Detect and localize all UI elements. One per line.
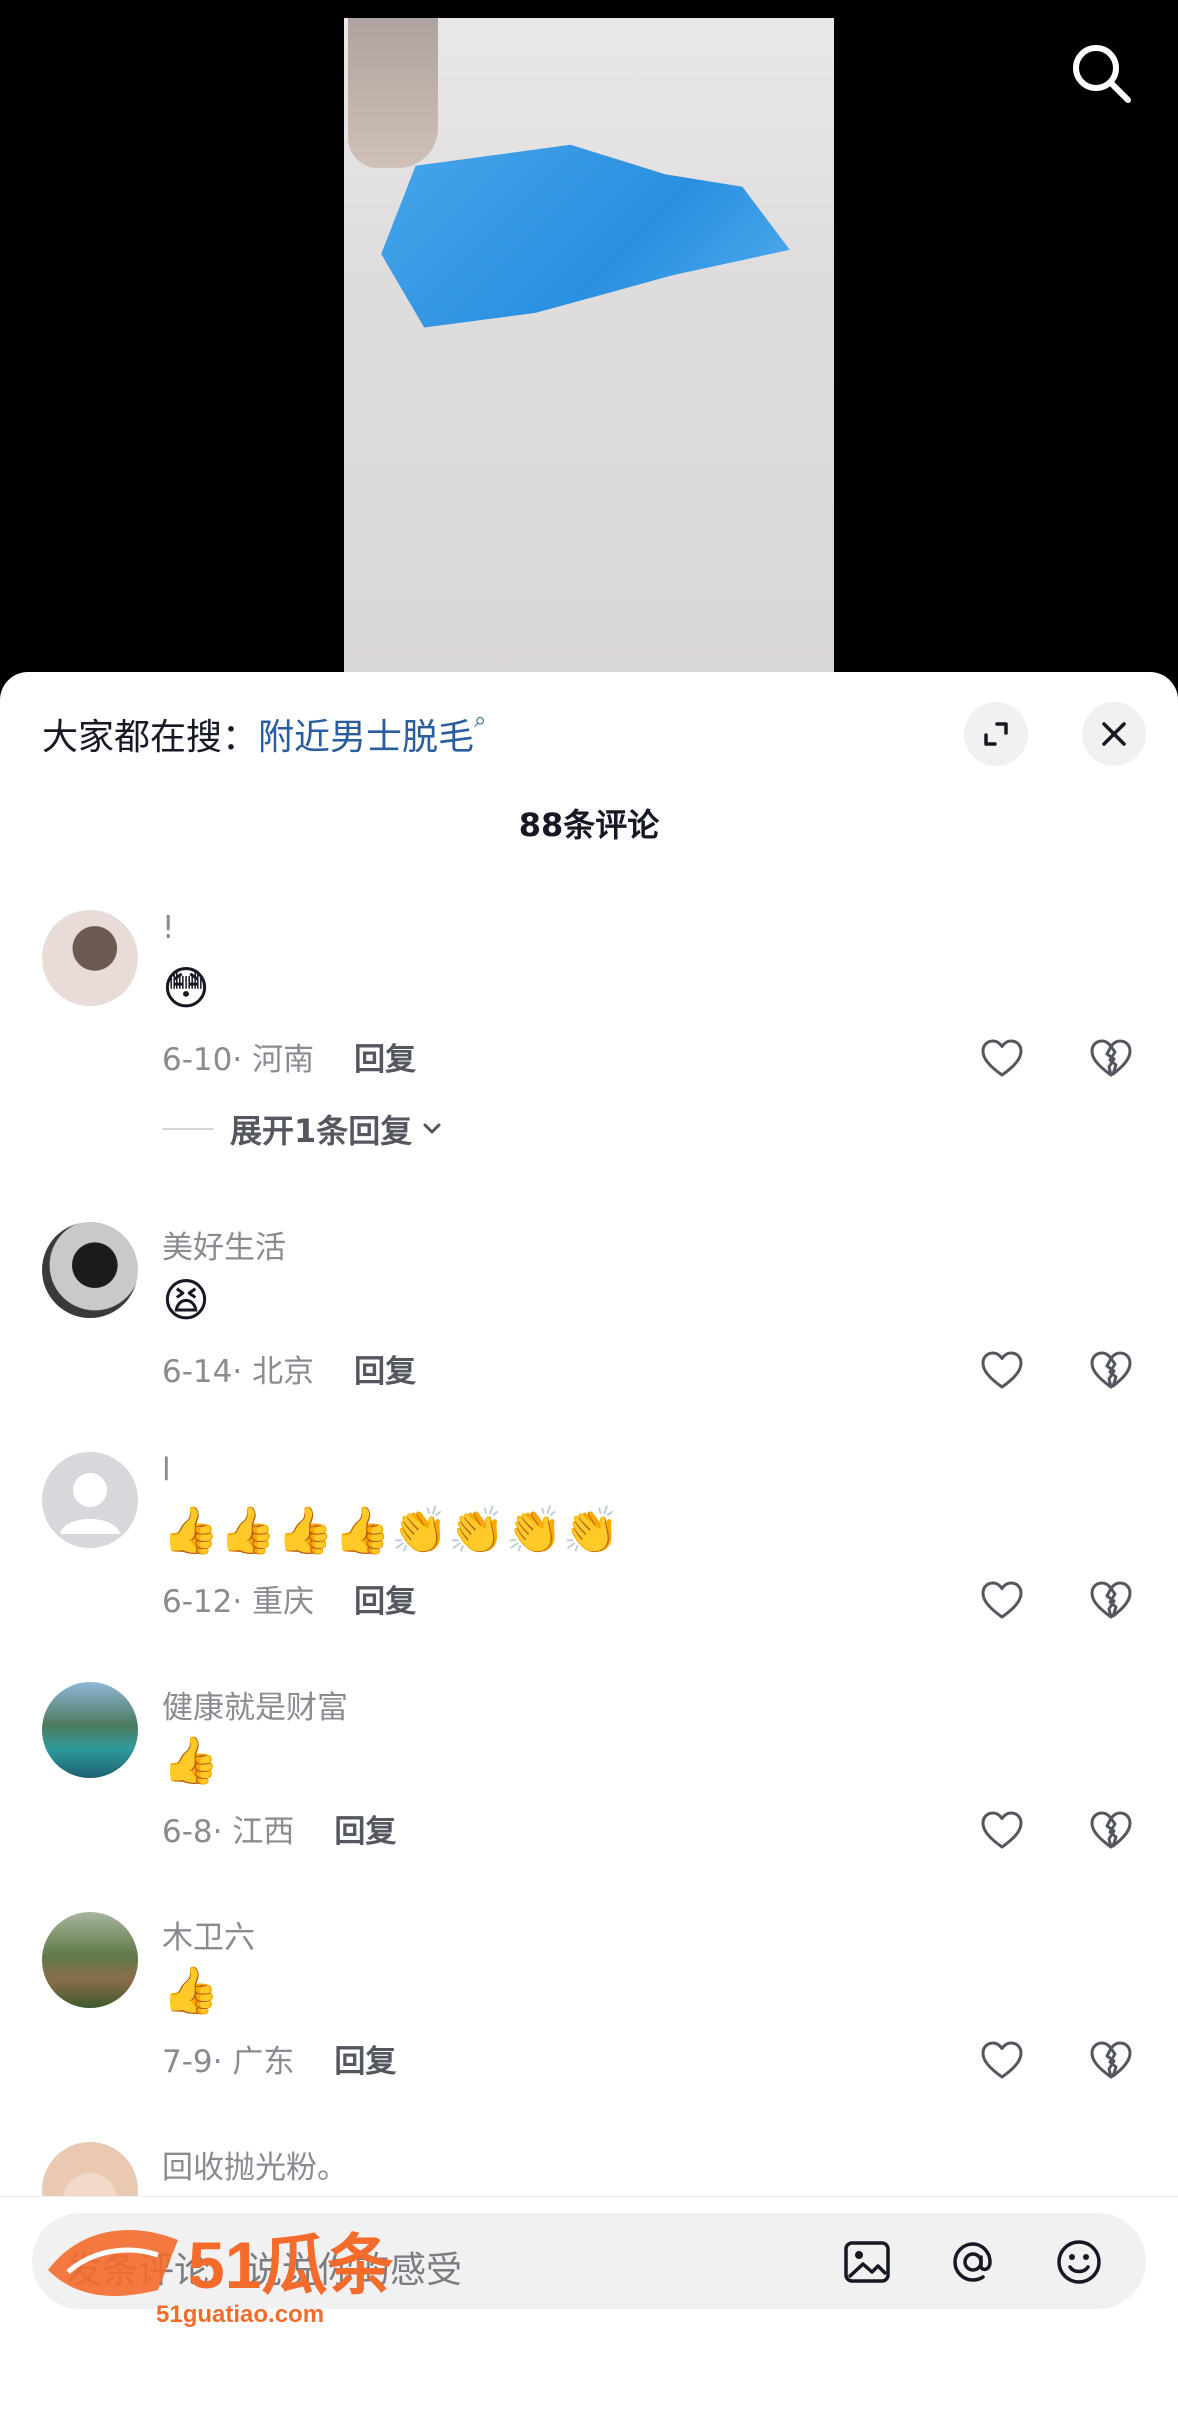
like-heart-icon[interactable] [978, 1034, 1026, 1082]
comment-username[interactable]: 健康就是财富 [162, 1682, 348, 1727]
reply-button[interactable]: 回复 [354, 1584, 416, 1620]
comment-meta: 6-14· 北京 回复 [162, 1354, 417, 1390]
like-heart-icon[interactable] [978, 1576, 1026, 1624]
at-icon[interactable] [946, 2235, 1000, 2289]
dislike-broken-heart-icon[interactable] [1087, 2036, 1135, 2084]
reply-button[interactable]: 回复 [354, 1042, 416, 1078]
comment-input[interactable]: 发条评论，说说你的感受 [32, 2213, 1146, 2309]
trend-prefix: 大家都在搜： [42, 717, 259, 758]
video-frame [344, 18, 834, 690]
comment-location: 江西 [232, 1814, 295, 1850]
comment-username[interactable]: ! [162, 910, 174, 946]
comment-meta: 7-9· 广东 回复 [162, 2044, 397, 2080]
video-blue-cloth [381, 144, 790, 328]
emoji-icon[interactable] [1052, 2235, 1106, 2289]
reply-button[interactable]: 回复 [334, 2044, 396, 2080]
comment-location: 北京 [252, 1354, 315, 1390]
like-heart-icon[interactable] [978, 2036, 1026, 2084]
comment-content: 😳 [162, 961, 210, 1015]
comment-date: 6-14 [162, 1354, 233, 1390]
comment-content: 👍 [162, 1733, 220, 1787]
comment-meta: 6-10· 河南 回复 [162, 1042, 417, 1078]
comment-composer: 发条评论，说说你的感受 [0, 2196, 1178, 2414]
avatar[interactable] [42, 1912, 138, 2008]
avatar[interactable] [42, 1452, 138, 1548]
comment-date: 6-8 [162, 1814, 213, 1850]
expand-replies-button[interactable]: 展开1条回复 [162, 1106, 446, 1152]
comment-username[interactable]: 木卫六 [162, 1912, 255, 1957]
trending-search[interactable]: 大家都在搜：附近男士脱毛⌕ [42, 708, 486, 760]
comment-location: 河南 [252, 1042, 315, 1078]
trend-keyword[interactable]: 附近男士脱毛 [258, 717, 474, 758]
comment-username[interactable]: l [162, 1452, 171, 1488]
dislike-broken-heart-icon[interactable] [1087, 1576, 1135, 1624]
comment-date: 7-9 [162, 2044, 213, 2080]
dislike-broken-heart-icon[interactable] [1087, 1806, 1135, 1854]
dislike-broken-heart-icon[interactable] [1087, 1034, 1135, 1082]
dislike-broken-heart-icon[interactable] [1087, 1346, 1135, 1394]
comment-meta: 6-12· 重庆 回复 [162, 1584, 417, 1620]
default-avatar-icon [60, 1473, 120, 1534]
reply-button[interactable]: 回复 [354, 1354, 416, 1390]
comment-meta: 6-8· 江西 回复 [162, 1814, 397, 1850]
comment-location: 重庆 [252, 1584, 315, 1620]
comment-date: 6-12 [162, 1584, 233, 1620]
expand-divider [162, 1128, 214, 1130]
reply-button[interactable]: 回复 [334, 1814, 396, 1850]
close-icon[interactable] [1082, 702, 1146, 766]
trend-search-icon: ⌕ [474, 708, 487, 733]
chevron-down-icon [423, 1123, 441, 1134]
comment-content: 😫 [162, 1273, 210, 1327]
avatar[interactable] [42, 1222, 138, 1318]
comment-count: 88条评论 [518, 806, 660, 844]
video-player[interactable] [0, 0, 1178, 690]
comment-input-placeholder: 发条评论，说说你的感受 [66, 2250, 463, 2291]
image-icon[interactable] [840, 2235, 894, 2289]
comment-sheet: 大家都在搜：附近男士脱毛⌕ 88条评论 ! 😳 6-10· 河南 回复 展开1条回… [0, 672, 1178, 2413]
comment-username[interactable]: 回收抛光粉。 [162, 2142, 348, 2187]
comment-content: 👍 [162, 1963, 220, 2017]
comment-location: 广东 [232, 2044, 295, 2080]
like-heart-icon[interactable] [978, 1346, 1026, 1394]
like-heart-icon[interactable] [978, 1806, 1026, 1854]
avatar[interactable] [42, 910, 138, 1006]
search-icon[interactable] [1064, 36, 1140, 112]
avatar[interactable] [42, 1682, 138, 1778]
comment-date: 6-10 [162, 1042, 233, 1078]
expand-replies-label: 展开1条回复 [230, 1112, 413, 1150]
expand-icon[interactable] [964, 702, 1028, 766]
comment-content: 👍👍👍👍👏👏👏👏 [162, 1503, 621, 1557]
video-hand [348, 18, 438, 168]
comment-username[interactable]: 美好生活 [162, 1222, 286, 1267]
